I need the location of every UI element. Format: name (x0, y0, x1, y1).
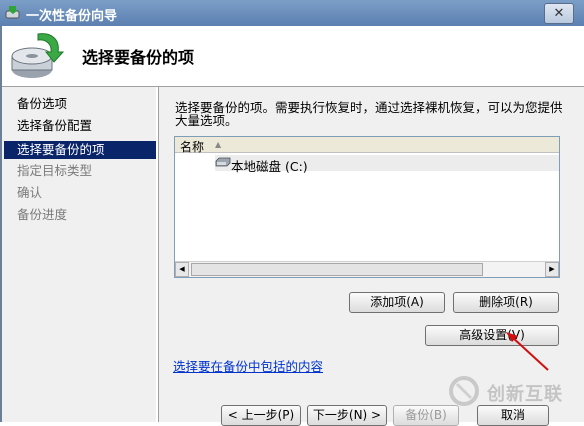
backup-wizard-icon (11, 33, 65, 78)
close-icon: ✕ (553, 6, 565, 21)
scroll-left-arrow-icon[interactable]: ◀ (175, 262, 189, 277)
sort-ascending-icon: ▲ (215, 140, 222, 149)
disk-drive-icon (215, 157, 231, 167)
step-backup-options: 备份选项 (17, 96, 68, 111)
list-item-label: 本地磁盘 (C:) (231, 159, 308, 174)
list-item[interactable]: 本地磁盘 (C:) (215, 155, 559, 174)
previous-button[interactable]: < 上一步(P) (221, 405, 301, 426)
select-backup-content-link[interactable]: 选择要在备份中包括的内容 (173, 356, 323, 375)
wizard-header: 选择要备份的项 (0, 26, 584, 87)
window-title: 一次性备份向导 (26, 9, 118, 24)
add-item-button[interactable]: 添加项(A) (349, 292, 445, 313)
items-list[interactable]: 名称 ▲ 本地磁盘 (C:) ◀ ▶ (174, 136, 560, 278)
scroll-right-arrow-icon[interactable]: ▶ (545, 262, 559, 277)
close-button[interactable]: ✕ (544, 3, 574, 24)
column-header-name[interactable]: 名称 ▲ (175, 137, 559, 154)
advanced-settings-button[interactable]: 高级设置(V) (425, 325, 559, 346)
step-backup-progress: 备份进度 (17, 207, 68, 222)
title-bar: 一次性备份向导 ✕ (0, 0, 584, 26)
wizard-content: 选择要备份的项。需要执行恢复时，通过选择裸机恢复，可以为您提供大量选项。 名称 … (158, 87, 584, 426)
scrollbar-thumb[interactable] (191, 263, 483, 276)
step-confirm: 确认 (17, 185, 43, 200)
watermark: 创新互联 (447, 374, 582, 408)
wizard-steps: 备份选项 选择备份配置 选择要备份的项 指定目标类型 确认 备份进度 (2, 87, 156, 422)
page-title: 选择要备份的项 (82, 48, 195, 67)
description-text: 选择要备份的项。需要执行恢复时，通过选择裸机恢复，可以为您提供大量选项。 (175, 100, 563, 128)
watermark-text: 创新互联 (487, 384, 563, 405)
step-select-items: 选择要备份的项 (4, 141, 156, 159)
backup-app-icon (5, 6, 20, 19)
next-button[interactable]: 下一步(N) > (307, 405, 387, 426)
remove-item-button[interactable]: 删除项(R) (453, 292, 559, 313)
step-select-backup-config: 选择备份配置 (17, 118, 93, 133)
horizontal-scrollbar[interactable]: ◀ ▶ (175, 261, 559, 277)
step-specify-destination: 指定目标类型 (17, 163, 93, 178)
cancel-button[interactable]: 取消 (477, 405, 549, 426)
column-name-label: 名称 (180, 140, 205, 154)
backup-button[interactable]: 备份(B) (393, 405, 459, 426)
watermark-logo-icon (449, 376, 479, 406)
